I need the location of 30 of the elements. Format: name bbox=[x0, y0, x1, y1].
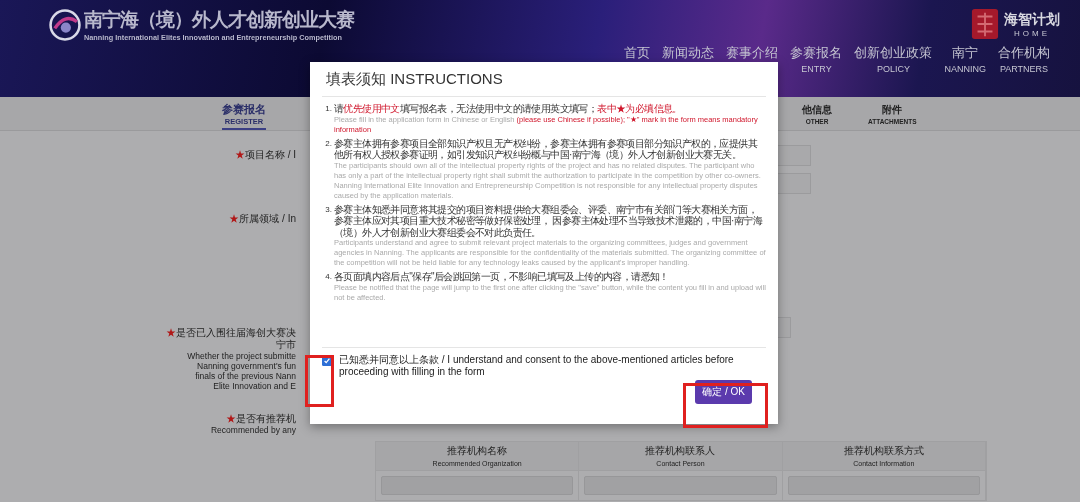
item-number: 2. bbox=[324, 137, 332, 150]
item-number: 1. bbox=[324, 103, 332, 115]
field-label: Recommended by any bbox=[210, 425, 296, 435]
field-label: Whether the project submitte bbox=[187, 351, 296, 361]
field-label: Nanning government's fun bbox=[197, 361, 296, 371]
nav-link[interactable]: 创新创业政策 POLICY bbox=[854, 45, 933, 77]
dialog-title: 填表须知 INSTRUCTIONS bbox=[322, 70, 766, 97]
instruction-text: 参赛主体知悉并同意将其提交的项目资料提供给大赛组委会、评委、南宁市有关部门等大赛相关方面，参赛主体应对其项目重大技术秘密等做好保密处理， 因参赛主体处理不当导致技术泄露的，中国·南宁海（境）外人才创新创业大赛组委会不对此负责任。 bbox=[334, 203, 763, 238]
field-label: Elite Innovation and E bbox=[213, 381, 296, 391]
field-label: ★是否已入围往届海创大赛决 bbox=[166, 327, 296, 339]
nav-link[interactable]: 新闻动态 bbox=[662, 45, 715, 60]
item-number: 4. bbox=[324, 271, 332, 283]
field-label: finals of the previous Nann bbox=[195, 371, 296, 381]
item-number: 3. bbox=[324, 203, 332, 216]
site-title: 南宁海（境）外人才创新创业大赛 bbox=[84, 8, 354, 32]
brand-title: 海智计划 bbox=[1004, 10, 1060, 29]
nav-link[interactable]: 参赛报名 ENTRY bbox=[790, 45, 843, 77]
nav-link[interactable]: 首页 bbox=[624, 45, 651, 60]
instruction-text: 请优先使用中文填写报名表，无法使用中文的请使用英文填写；表中★为必填信息。 bbox=[334, 103, 683, 115]
field-label: ★是否有推荐机 bbox=[226, 413, 296, 425]
consent-label: 已知悉并同意以上条款 / I understand and consent to the above-mentioned articles before proceeding with filling in the form bbox=[339, 353, 735, 378]
nav-link[interactable]: 赛事介绍 bbox=[726, 45, 779, 60]
instruction-text: 参赛主体拥有参赛项目全部知识产权且无产权纠纷，参赛主体拥有参赛项目部分知识产权的，应提供其他所有权人授权参赛证明，如引发知识产权纠纷概与中国·南宁海（境）外人才创新创业大赛无关。 bbox=[334, 137, 759, 161]
nav-link[interactable]: 南宁 NANNING bbox=[944, 45, 986, 77]
field-label: 宁市 bbox=[276, 339, 296, 351]
nav-link[interactable]: 合作机构 PARTNERS bbox=[998, 45, 1050, 77]
instruction-text: 各页面填内容后点"保存"后会跳回第一页，不影响已填写及上传的内容，请悉知！ bbox=[334, 271, 670, 283]
field-label: ★项目名称 / I bbox=[234, 149, 296, 161]
field-label: ★所属领域 / In bbox=[229, 213, 296, 225]
brand-subtitle: HOME bbox=[1014, 28, 1050, 38]
